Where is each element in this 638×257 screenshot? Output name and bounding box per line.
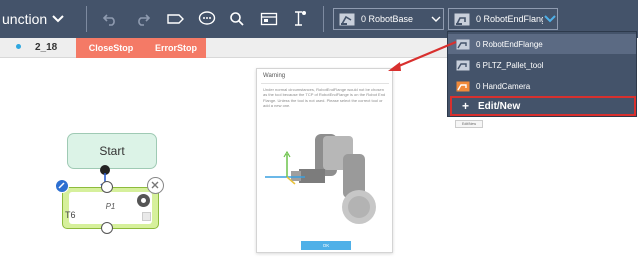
dialog-title: Warning [263,73,286,79]
tool-tag: T6 [65,210,76,220]
tool-option-label: 6 PLTZ_Pallet_tool [476,60,544,70]
tool-option-label: 0 RobotEndFlange [476,39,543,49]
output-port[interactable] [101,222,113,234]
error-stop-button[interactable]: ErrorStop [146,38,206,58]
warning-dialog: Warning Under normal circumstances, Robo… [256,68,393,253]
function-menu[interactable]: unction [2,9,64,29]
tool-dropdown-menu: 0 RobotEndFlange 6 PLTZ_Pallet_tool 0 Ha… [447,31,637,117]
window-icon[interactable] [259,9,279,29]
edit-new-tooltip: Edit/New [455,120,483,128]
toolbar-separator [86,6,87,32]
function-menu-label: unction [2,11,48,27]
tool-select-value: 0 RobotEndFlange [476,14,543,24]
tool-option-label: 0 HandCamera [476,81,531,91]
chevron-down-icon [429,16,443,23]
annotation-arrow [388,40,457,71]
tool-option-hand-camera[interactable]: 0 HandCamera [448,76,636,96]
plus-icon: + [462,99,470,113]
chevron-down-icon [52,15,64,23]
ok-button[interactable]: OK [301,241,351,250]
robot-end-flange-illustration [265,134,376,224]
dialog-divider [261,83,389,84]
undo-icon[interactable] [100,9,120,29]
tool-option-pltz-pallet-tool[interactable]: 6 PLTZ_Pallet_tool [448,55,636,75]
robot-base-icon [338,12,356,26]
status-dot [16,44,21,49]
chevron-down-icon [543,15,557,23]
pin-icon[interactable] [290,9,310,29]
resize-handle-icon[interactable] [142,212,151,221]
app-window: unction 0 RobotBase 0 RobotEndFlan 2_18 … [0,0,638,257]
eraser-icon[interactable] [165,9,185,29]
dialog-message: Under normal circumstances, RobotEndFlan… [263,87,386,109]
toolbar-separator [323,6,324,32]
edit-new-label: Edit/New [478,100,521,112]
message-icon[interactable] [197,9,217,29]
input-port[interactable] [101,181,113,193]
camera-tool-icon [456,81,470,92]
search-icon[interactable] [227,9,247,29]
tool-select[interactable]: 0 RobotEndFlange [448,8,558,30]
camera-badge-icon [137,194,150,207]
edit-icon[interactable] [55,179,69,193]
edit-new-button[interactable]: + Edit/New [450,96,636,116]
base-select[interactable]: 0 RobotBase [333,8,444,30]
close-icon[interactable] [147,177,164,194]
base-select-value: 0 RobotBase [361,14,414,24]
program-number: 2_18 [35,42,58,53]
tool-option-robot-end-flange[interactable]: 0 RobotEndFlange [448,34,636,54]
close-stop-button[interactable]: CloseStop [76,38,146,58]
redo-icon[interactable] [133,9,153,29]
robot-tool-icon [453,12,471,26]
